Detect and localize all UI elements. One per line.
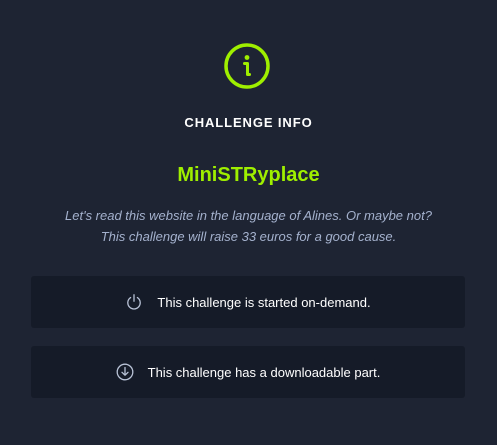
challenge-title: MiniSTRyplace (177, 164, 320, 186)
power-icon (127, 294, 142, 310)
challenge-info-panel: CHALLENGE INFO MiniSTRyplace Let's read … (0, 0, 497, 445)
description-line: This challenge will raise 33 euros for a… (100, 229, 397, 244)
feature-card-downloadable: This challenge has a downloadable part. (31, 346, 465, 398)
info-icon (224, 43, 270, 89)
description-line: Let's read this website in the language … (65, 208, 432, 223)
feature-text: This challenge is started on-demand. (157, 294, 371, 310)
download-icon (116, 363, 134, 381)
feature-card-on-demand: This challenge is started on-demand. (31, 276, 465, 328)
challenge-description: Let's read this website in the language … (0, 205, 497, 247)
feature-text: This challenge has a downloadable part. (147, 364, 381, 380)
section-heading: CHALLENGE INFO (184, 115, 313, 130)
